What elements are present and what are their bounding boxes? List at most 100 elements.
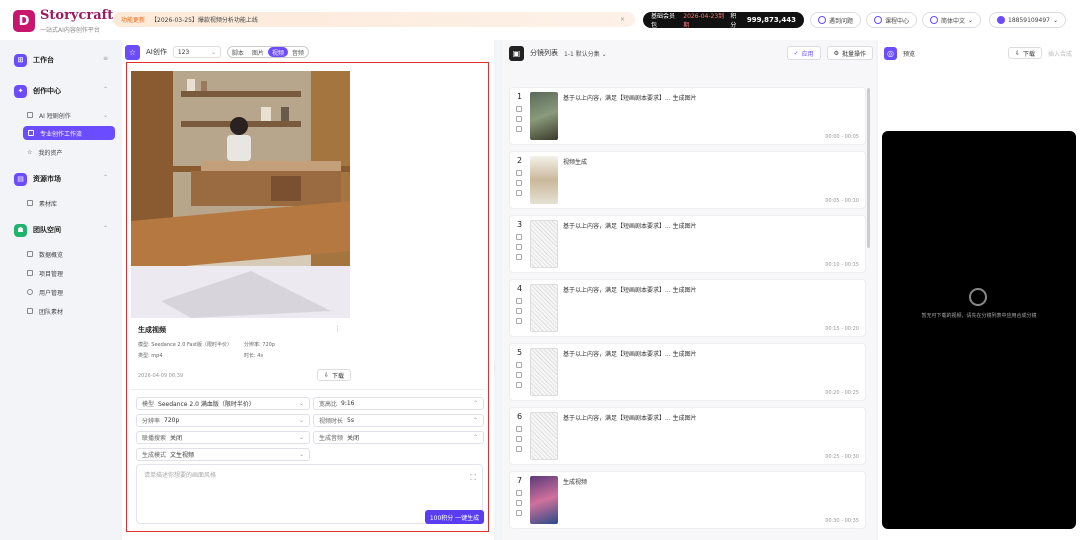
tab-video[interactable]: 视频: [267, 47, 288, 57]
copy-icon[interactable]: [516, 180, 522, 186]
field-label: 模型: [142, 401, 155, 408]
shot-thumbnail[interactable]: [530, 348, 558, 396]
tab-script[interactable]: 脚本: [228, 47, 248, 57]
resize-handle[interactable]: ⋮: [492, 365, 498, 372]
sidebar-item-material[interactable]: 素材库: [0, 196, 57, 210]
shot-time: 00:05 - 00:10: [825, 198, 859, 204]
grid-icon: ⊞: [14, 53, 27, 67]
preview-player[interactable]: [882, 131, 1076, 529]
copy-icon[interactable]: [516, 372, 522, 378]
gear-icon: ⚙: [833, 49, 839, 57]
user-menu[interactable]: 18859109497 ⌄: [989, 12, 1067, 28]
copy-icon[interactable]: [516, 308, 522, 314]
shot-thumbnail[interactable]: [530, 156, 558, 204]
star-icon[interactable]: ☆: [125, 44, 140, 60]
copy-icon[interactable]: [516, 500, 522, 506]
sidebar-item-pro-workflow[interactable]: 专业创作工作流: [23, 126, 115, 140]
sidebar-section-creation[interactable]: ✦ 创作中心 ⌃: [0, 83, 122, 99]
trash-icon[interactable]: [516, 510, 522, 516]
sidebar-item-data[interactable]: 数据概览: [0, 247, 63, 261]
shot-number: 4: [517, 284, 523, 293]
shot-card[interactable]: 1 基于以上内容，满足【短画剧本要求】... 生成图片 00:00 - 00:05: [509, 87, 866, 145]
model-select[interactable]: 模型 Seedance 2.0 满血版（限时半价） ⌄: [136, 397, 310, 410]
language-select[interactable]: 简体中文 ⌄: [922, 12, 982, 28]
episode-select[interactable]: 1-1 默认分集 ⌄: [564, 49, 607, 58]
tab-image[interactable]: 图片: [248, 47, 268, 57]
sidebar-item-users[interactable]: 用户管理: [0, 285, 63, 299]
shot-thumbnail[interactable]: [530, 412, 558, 460]
move-icon[interactable]: [516, 490, 522, 496]
field-label: 分辨率: [142, 418, 161, 425]
notice-banner[interactable]: 功能更新 【2026-03-25】爆款视频分析功能上线 ×: [113, 12, 635, 27]
audio-select[interactable]: 生成音频 关闭 ⌃: [313, 431, 484, 444]
move-icon[interactable]: [516, 106, 522, 112]
copy-icon[interactable]: [516, 244, 522, 250]
sidebar-item-my-assets[interactable]: ☆ 我的资产: [0, 145, 62, 159]
preview-download-button[interactable]: ⇩ 下载: [1007, 47, 1042, 59]
collapse-icon[interactable]: ≡: [103, 55, 108, 62]
sidebar-section-resources[interactable]: ▤ 资源市场 ⌃: [0, 171, 122, 187]
sidebar-item-workbench[interactable]: ⊞ 工作台 ≡: [0, 52, 122, 68]
sidebar-item-label: 用户管理: [39, 289, 64, 297]
shot-card[interactable]: 4 基于以上内容，满足【短画剧本要求】... 生成图片 00:15 - 00:20: [509, 279, 866, 337]
scrollbar[interactable]: [867, 88, 870, 248]
shot-tools: [516, 362, 522, 388]
logo-icon[interactable]: D: [13, 10, 35, 32]
copy-icon[interactable]: [516, 436, 522, 442]
batch-button[interactable]: ⚙ 批量操作: [826, 46, 873, 60]
shot-card[interactable]: 2 视频生成 00:05 - 00:10: [509, 151, 866, 209]
notice-text[interactable]: 【2026-03-25】爆款视频分析功能上线: [151, 15, 258, 24]
trash-icon[interactable]: [516, 254, 522, 260]
shot-card[interactable]: 5 基于以上内容，满足【短画剧本要求】... 生成图片 00:20 - 00:25: [509, 343, 866, 401]
trash-icon[interactable]: [516, 382, 522, 388]
sidebar-section-team[interactable]: ☗ 团队空间 ⌃: [0, 222, 122, 238]
copy-icon[interactable]: [516, 116, 522, 122]
shot-tools: [516, 298, 522, 324]
more-icon[interactable]: ⋮: [334, 325, 341, 333]
sidebar-item-projects[interactable]: 项目管理: [0, 266, 63, 280]
video-thumbnail[interactable]: [131, 71, 350, 318]
move-icon[interactable]: [516, 170, 522, 176]
insert-button[interactable]: 插入合成: [1048, 49, 1072, 58]
shot-number: 5: [517, 348, 523, 357]
duration-select[interactable]: 视频时长 5s ⌃: [313, 414, 484, 427]
download-button[interactable]: ⇩ 下载: [317, 369, 352, 381]
shot-card[interactable]: 3 基于以上内容，满足【短画剧本要求】... 生成图片 00:10 - 00:15: [509, 215, 866, 273]
meta-value: mp4: [151, 353, 163, 359]
workflow-icon: [28, 130, 34, 136]
sidebar-item-team-material[interactable]: 团队素材: [0, 304, 63, 318]
shot-thumbnail[interactable]: [530, 92, 558, 140]
close-icon[interactable]: ×: [620, 16, 625, 23]
expand-icon[interactable]: ⛶: [470, 473, 476, 483]
reel-icon: [969, 288, 987, 306]
apply-button[interactable]: ✓ 应用: [786, 46, 821, 60]
move-icon[interactable]: [516, 234, 522, 240]
trash-icon[interactable]: [516, 446, 522, 452]
resolution-select[interactable]: 分辨率 720p ⌄: [136, 414, 310, 427]
shot-card[interactable]: 6 基于以上内容，满足【短画剧本要求】... 生成图片 00:25 - 00:30: [509, 407, 866, 465]
trash-icon[interactable]: [516, 190, 522, 196]
trash-icon[interactable]: [516, 126, 522, 132]
generate-button[interactable]: 100积分 一键生成: [425, 510, 484, 524]
shot-prompt: 基于以上内容，满足【短画剧本要求】... 生成图片: [563, 287, 697, 294]
shot-thumbnail[interactable]: [530, 220, 558, 268]
project-select[interactable]: 123 ⌄: [172, 46, 221, 58]
move-icon[interactable]: [516, 426, 522, 432]
courses-button[interactable]: 课程中心: [866, 12, 918, 28]
meta-value: 4s: [257, 353, 264, 359]
ratio-select[interactable]: 宽高比 9:16 ⌃: [313, 397, 484, 410]
preview-icon: ◎: [884, 46, 897, 60]
storyboard-title: 分镜列表: [530, 49, 558, 57]
sidebar-item-ai-drama[interactable]: AI 短剧创作 ⌄: [0, 108, 122, 122]
plan-badge[interactable]: 基础会员包 2026-04-23到期 积分 999,873,443: [643, 12, 804, 29]
shot-card[interactable]: 7 生成视频 00:30 - 00:35: [509, 471, 866, 529]
trash-icon[interactable]: [516, 318, 522, 324]
shot-thumbnail[interactable]: [530, 476, 558, 524]
shot-thumbnail[interactable]: [530, 284, 558, 332]
tab-audio[interactable]: 音频: [288, 47, 308, 57]
move-icon[interactable]: [516, 362, 522, 368]
web-search-select[interactable]: 联播搜索 关闭 ⌄: [136, 431, 310, 444]
move-icon[interactable]: [516, 298, 522, 304]
faq-button[interactable]: 遇到问题: [810, 12, 862, 28]
gen-mode-select[interactable]: 生成模式 文生视频 ⌄: [136, 448, 310, 461]
